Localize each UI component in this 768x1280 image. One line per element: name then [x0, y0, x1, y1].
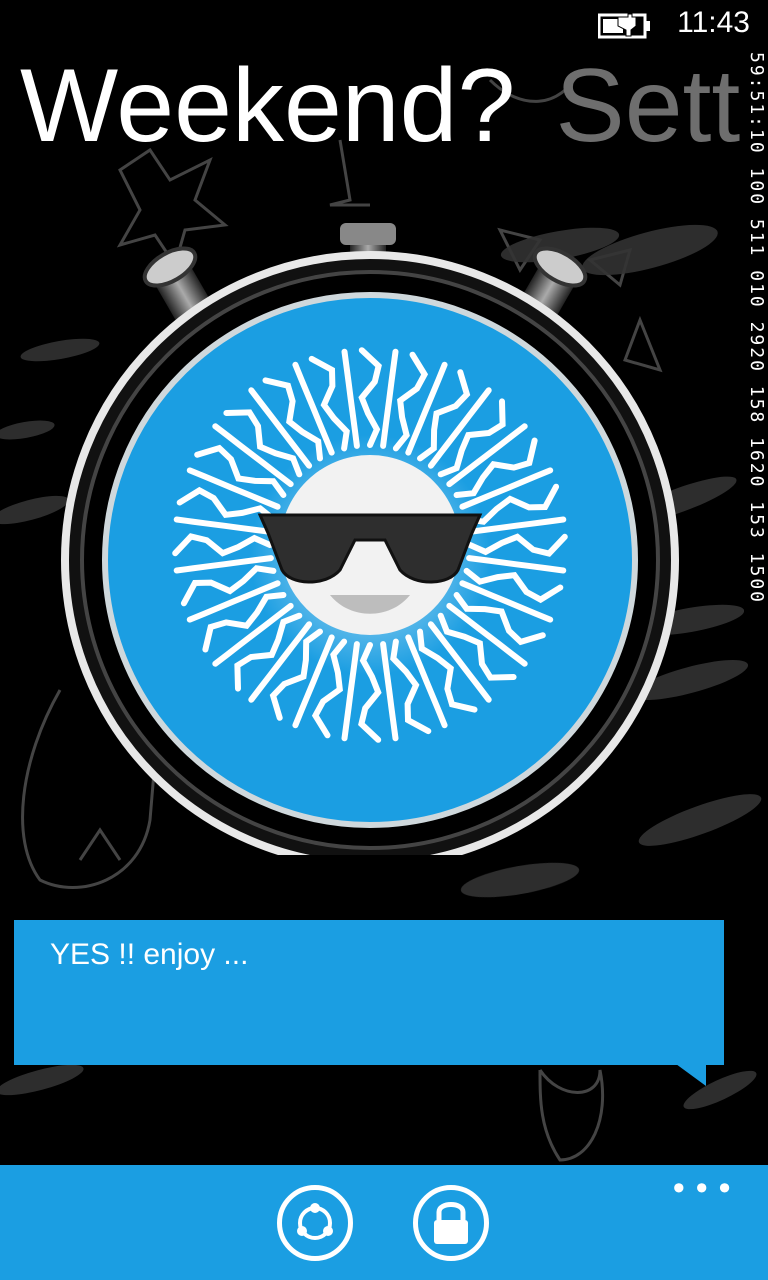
refresh-icon	[297, 1203, 333, 1240]
clock: 11:43	[677, 6, 750, 39]
app-screen: 11:43 Weekend? Sett 59:51:10 100 511 010 …	[0, 0, 768, 1280]
message-bubble-tail	[676, 1064, 706, 1086]
side-strip-text: 59:51:10 100 511 010 2920 158 1620 153 1…	[746, 52, 767, 604]
pivot-item-settings[interactable]: Sett	[555, 46, 740, 166]
message-bubble: YES !! enjoy ...	[14, 920, 724, 1065]
more-options-button[interactable]: •••	[669, 1173, 738, 1205]
lock-icon	[434, 1202, 468, 1244]
app-bar: •••	[0, 1165, 768, 1280]
pivot-item-weekend[interactable]: Weekend?	[20, 46, 515, 166]
pivot-header: Weekend? Sett	[20, 46, 768, 166]
status-bar: 11:43	[0, 0, 768, 50]
lock-button[interactable]	[413, 1185, 489, 1261]
refresh-button[interactable]	[277, 1185, 353, 1261]
side-time-strip: 59:51:10 100 511 010 2920 158 1620 153 1…	[744, 50, 768, 660]
message-text: YES !! enjoy ...	[50, 938, 249, 971]
stopwatch-button[interactable]	[60, 215, 680, 855]
battery-charging-icon	[598, 13, 650, 39]
